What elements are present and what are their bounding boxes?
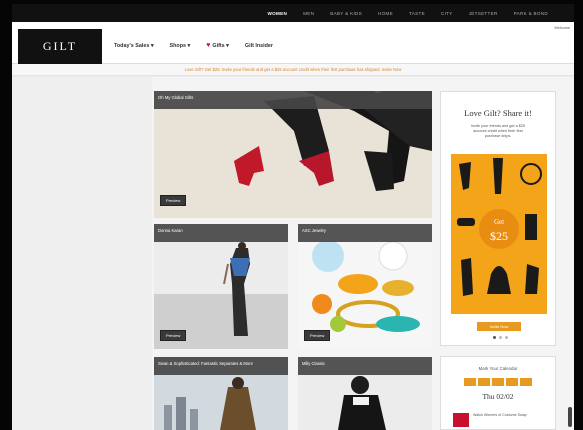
share-artwork: Get $25 <box>451 154 547 314</box>
badge-get-text: Get <box>494 218 504 226</box>
preview-button[interactable]: Preview <box>304 330 331 341</box>
event-thumbnail <box>453 413 469 427</box>
nav-shops[interactable]: Shops ▾ <box>170 43 191 49</box>
calendar-title: Mark Your Calendar <box>478 366 518 371</box>
heart-icon: ♥ <box>206 42 211 49</box>
left-gutter <box>12 77 152 430</box>
sale-tile-label: Donna Karan <box>154 224 288 242</box>
sale-tile-label: ASC Jewelry <box>298 224 432 242</box>
calendar-day-tab[interactable] <box>506 378 518 386</box>
carousel-dot[interactable] <box>493 336 496 339</box>
promo-banner[interactable]: Love Gilt? Get $25: Invite your friends … <box>12 64 574 76</box>
carousel-dot[interactable] <box>499 336 502 339</box>
nav-gifts[interactable]: ♥ Gifts ▾ <box>206 42 229 49</box>
category-women[interactable]: Women <box>259 11 295 16</box>
category-nav: Women Men Baby & Kids Home Taste City Je… <box>12 4 574 22</box>
category-park-bond[interactable]: Park & Bond <box>506 11 556 16</box>
share-widget: Love Gilt? Share it! Invite your friends… <box>440 91 556 346</box>
category-jetsetter[interactable]: Jetsetter <box>461 11 506 16</box>
category-baby-kids[interactable]: Baby & Kids <box>322 11 370 16</box>
sale-tile-1[interactable]: Oh My Global Gifts Preview <box>154 91 432 218</box>
scrollbar-thumb[interactable] <box>568 407 572 427</box>
share-description: Invite your friends and get a $25 accoun… <box>470 124 526 139</box>
sale-tile-5[interactable]: Milly Classic <box>298 357 432 430</box>
carousel-dot[interactable] <box>505 336 508 339</box>
calendar-day-tab[interactable] <box>492 378 504 386</box>
nav-gilt-insider[interactable]: Gilt Insider <box>245 43 273 49</box>
invite-now-button[interactable]: Invite Now <box>477 322 521 331</box>
category-men[interactable]: Men <box>295 11 322 16</box>
preview-button[interactable]: Preview <box>160 195 187 206</box>
calendar-date: Thu 02/02 <box>482 392 514 401</box>
browser-viewport: Women Men Baby & Kids Home Taste City Je… <box>12 4 574 430</box>
sale-tile-2[interactable]: Donna Karan Preview <box>154 224 288 349</box>
category-taste[interactable]: Taste <box>401 11 433 16</box>
event-text: Watch Winners of Costume Swap <box>473 413 527 417</box>
content-area: Oh My Global Gifts Preview Donna Karan P… <box>12 77 574 430</box>
sale-tile-4[interactable]: Swan & Sophisticated: Fantastic Separate… <box>154 357 288 430</box>
gilt-logo[interactable]: GILT <box>18 29 102 64</box>
welcome-text: Welcome <box>554 26 570 30</box>
badge-value-text: $25 <box>490 229 508 243</box>
sale-tile-3[interactable]: ASC Jewelry Preview <box>298 224 432 349</box>
sale-image-boots <box>154 91 432 218</box>
category-home[interactable]: Home <box>370 11 401 16</box>
accessories-collage-icon: Get $25 <box>451 154 547 314</box>
calendar-day-tab[interactable] <box>478 378 490 386</box>
calendar-widget: Mark Your Calendar Thu 02/02 Watch Winne… <box>440 356 556 430</box>
calendar-day-tabs <box>441 378 555 386</box>
sale-tile-label: Oh My Global Gifts <box>154 91 432 109</box>
calendar-day-tab[interactable] <box>520 378 532 386</box>
main-nav: Today's Sales ▾ Shops ▾ ♥ Gifts ▾ Gilt I… <box>114 42 273 49</box>
carousel-dots <box>493 336 508 339</box>
nav-todays-sales[interactable]: Today's Sales ▾ <box>114 43 154 49</box>
calendar-event[interactable]: Watch Winners of Costume Swap <box>453 413 543 427</box>
sale-tile-label: Swan & Sophisticated: Fantastic Separate… <box>154 357 288 375</box>
calendar-day-tab[interactable] <box>464 378 476 386</box>
share-title: Love Gilt? Share it! <box>464 108 532 118</box>
site-header: GILT Today's Sales ▾ Shops ▾ ♥ Gifts ▾ G… <box>12 22 574 64</box>
nav-gifts-label: Gifts ▾ <box>212 42 229 49</box>
sale-tile-label: Milly Classic <box>298 357 432 375</box>
category-city[interactable]: City <box>433 11 461 16</box>
preview-button[interactable]: Preview <box>160 330 187 341</box>
